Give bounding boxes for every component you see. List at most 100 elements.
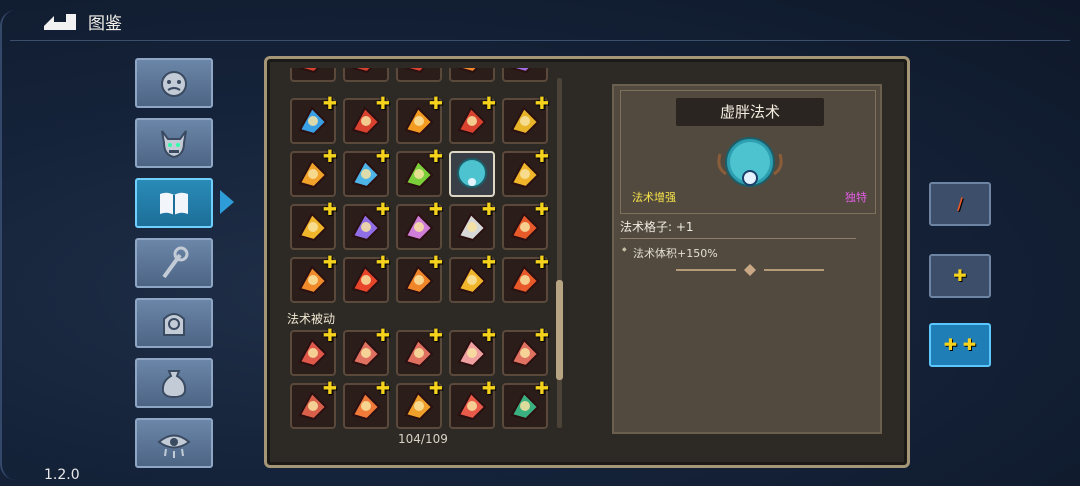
spell-slot-purple-spark[interactable]: ✚	[343, 200, 390, 250]
red-icon	[351, 68, 373, 74]
upgrade-plus-icon: ✚	[534, 326, 549, 346]
spell-slot-crosshair[interactable]: ✚	[449, 200, 496, 250]
spell-slot-purple[interactable]	[502, 68, 548, 82]
no-upgrade-button[interactable]: /	[929, 182, 991, 226]
spell-slot-water-fountain[interactable]: ✚	[290, 94, 337, 144]
spell-slot-hourglass[interactable]: ✚	[502, 326, 549, 376]
upgrade-plus-icon: ✚	[322, 379, 337, 399]
purple-icon	[510, 68, 532, 74]
spell-slot-orange-shot[interactable]: ✚	[290, 253, 337, 303]
red-icon	[404, 68, 426, 74]
plus-button[interactable]: ✚	[929, 254, 991, 298]
upgrade-plus-icon: ✚	[428, 147, 443, 167]
potion-bag-icon	[161, 370, 187, 399]
spell-slot-red[interactable]	[396, 68, 442, 82]
staff-icon	[162, 246, 189, 279]
spellbook-icon	[160, 192, 188, 215]
red-icon	[298, 68, 320, 74]
decorative-frame	[0, 10, 16, 480]
category-potions[interactable]	[135, 358, 213, 408]
spell-slot-fire-arrow[interactable]: ✚	[502, 200, 549, 250]
spell-slot-gold-eye[interactable]: ✚	[290, 200, 337, 250]
spell-slot-red-claw[interactable]: ✚	[449, 94, 496, 144]
upgrade-plus-icon: ✚	[481, 200, 496, 220]
double-plus-icon: ✚ ✚	[943, 335, 977, 354]
upgrade-plus-icon: ✚	[322, 326, 337, 346]
spell-slot-gold-cycle[interactable]: ✚	[449, 253, 496, 303]
category-relics[interactable]	[135, 298, 213, 348]
spell-slot-red[interactable]	[290, 68, 336, 82]
plus-icon: ✚	[953, 266, 967, 285]
boss-demon-icon	[161, 130, 187, 159]
upgrade-plus-icon: ✚	[428, 379, 443, 399]
upgrade-plus-icon: ✚	[534, 94, 549, 114]
spell-slot-red-cube[interactable]: ✚	[290, 326, 337, 376]
upgrade-plus-icon: ✚	[481, 326, 496, 346]
upgrade-plus-icon: ✚	[375, 379, 390, 399]
slot-bonus-text: 法术格子: +1	[620, 220, 694, 234]
back-icon[interactable]	[40, 8, 80, 34]
upgrade-plus-icon: ✚	[534, 253, 549, 273]
spell-slot-sound-wave[interactable]: ✚	[396, 379, 443, 429]
spell-slot-pink-clock[interactable]: ✚	[396, 200, 443, 250]
spell-slot-pink-bubble[interactable]: ✚	[449, 326, 496, 376]
upgrade-plus-icon: ✚	[375, 200, 390, 220]
spell-slot-green-arc[interactable]: ✚	[396, 147, 443, 197]
upgrade-plus-icon: ✚	[375, 94, 390, 114]
selected-category-indicator	[220, 190, 234, 214]
spell-slot-gold-rune[interactable]: ✚	[502, 94, 549, 144]
spell-slot-gold-arrows[interactable]: ✚	[502, 147, 549, 197]
spell-slot-red-rock[interactable]: ✚	[290, 379, 337, 429]
upgrade-plus-icon: ✚	[481, 379, 496, 399]
item-name: 虚胖法术	[719, 103, 780, 121]
double-plus-button[interactable]: ✚ ✚	[929, 323, 991, 367]
monster-face-icon	[161, 71, 187, 97]
spell-grid[interactable]: ✚ ✚ ✚ ✚ ✚ ✚ ✚ ✚ ✚ ✚ ✚ ✚ ✚ ✚ ✚ ✚ ✚ ✚ ✚ ✚ ✚ ✚ ✚ ✚ ✚ ✚ ✚ ✚ ✚	[286, 68, 554, 430]
upgrade-plus-icon: ✚	[428, 200, 443, 220]
spell-slot-green-orb[interactable]: ✚	[502, 381, 549, 429]
scrollbar-thumb[interactable]	[556, 280, 563, 380]
spell-slot-red-rose[interactable]: ✚	[343, 94, 390, 144]
upgrade-plus-icon: ✚	[534, 147, 549, 167]
upgrade-plus-icon: ✚	[428, 253, 443, 273]
spell-slot-blue-ghost[interactable]: ✚	[343, 147, 390, 197]
category-staffs[interactable]	[135, 238, 213, 288]
spell-slot-pink-gem[interactable]: ✚	[343, 328, 390, 376]
top-bar: 图鉴	[0, 0, 1080, 40]
spell-slot-red-star[interactable]: ✚	[343, 253, 390, 303]
upgrade-plus-icon: ✚	[428, 326, 443, 346]
upgrade-plus-icon: ✚	[322, 253, 337, 273]
orange-icon	[457, 68, 479, 74]
spell-slot-orange-claw[interactable]: ✚	[290, 147, 337, 197]
bubble-orb-icon	[717, 137, 783, 187]
spell-slot-red[interactable]	[343, 68, 389, 82]
category-spells[interactable]	[135, 178, 213, 228]
upgrade-plus-icon: ✚	[322, 200, 337, 220]
spell-slot-hex-shield[interactable]: ✚	[396, 326, 443, 376]
spell-slot-fire-burst[interactable]: ✚	[396, 96, 443, 144]
spell-slot-bubble-orb[interactable]	[449, 151, 495, 197]
upgrade-plus-icon: ✚	[534, 200, 549, 220]
upgrade-plus-icon: ✚	[481, 253, 496, 273]
category-eyes[interactable]	[135, 418, 213, 468]
spell-slot-gold-diamond[interactable]: ✚	[343, 379, 390, 429]
upgrade-plus-icon: ✚	[481, 94, 496, 114]
header-divider	[10, 40, 1070, 41]
category-monsters[interactable]	[135, 58, 213, 108]
spell-slot-red-spray[interactable]: ✚	[449, 379, 496, 429]
item-rarity: 独特	[845, 191, 867, 204]
upgrade-plus-icon: ✚	[322, 147, 337, 167]
bubble-orb-icon	[457, 158, 487, 188]
effect-text: 法术体积+150%	[622, 245, 718, 261]
item-type: 法术增强	[632, 191, 676, 204]
upgrade-plus-icon: ✚	[375, 147, 390, 167]
spell-slot-orange[interactable]	[449, 68, 495, 82]
upgrade-plus-icon: ✚	[322, 94, 337, 114]
category-bosses[interactable]	[135, 118, 213, 168]
spell-slot-red-wing[interactable]: ✚	[502, 253, 549, 303]
section-label-passive: 法术被动	[287, 312, 336, 326]
version-label: 1.2.0	[44, 467, 80, 483]
upgrade-plus-icon: ✚	[375, 253, 390, 273]
relic-hand-icon	[163, 313, 185, 336]
spell-slot-crossed-swords[interactable]: ✚	[396, 253, 443, 303]
